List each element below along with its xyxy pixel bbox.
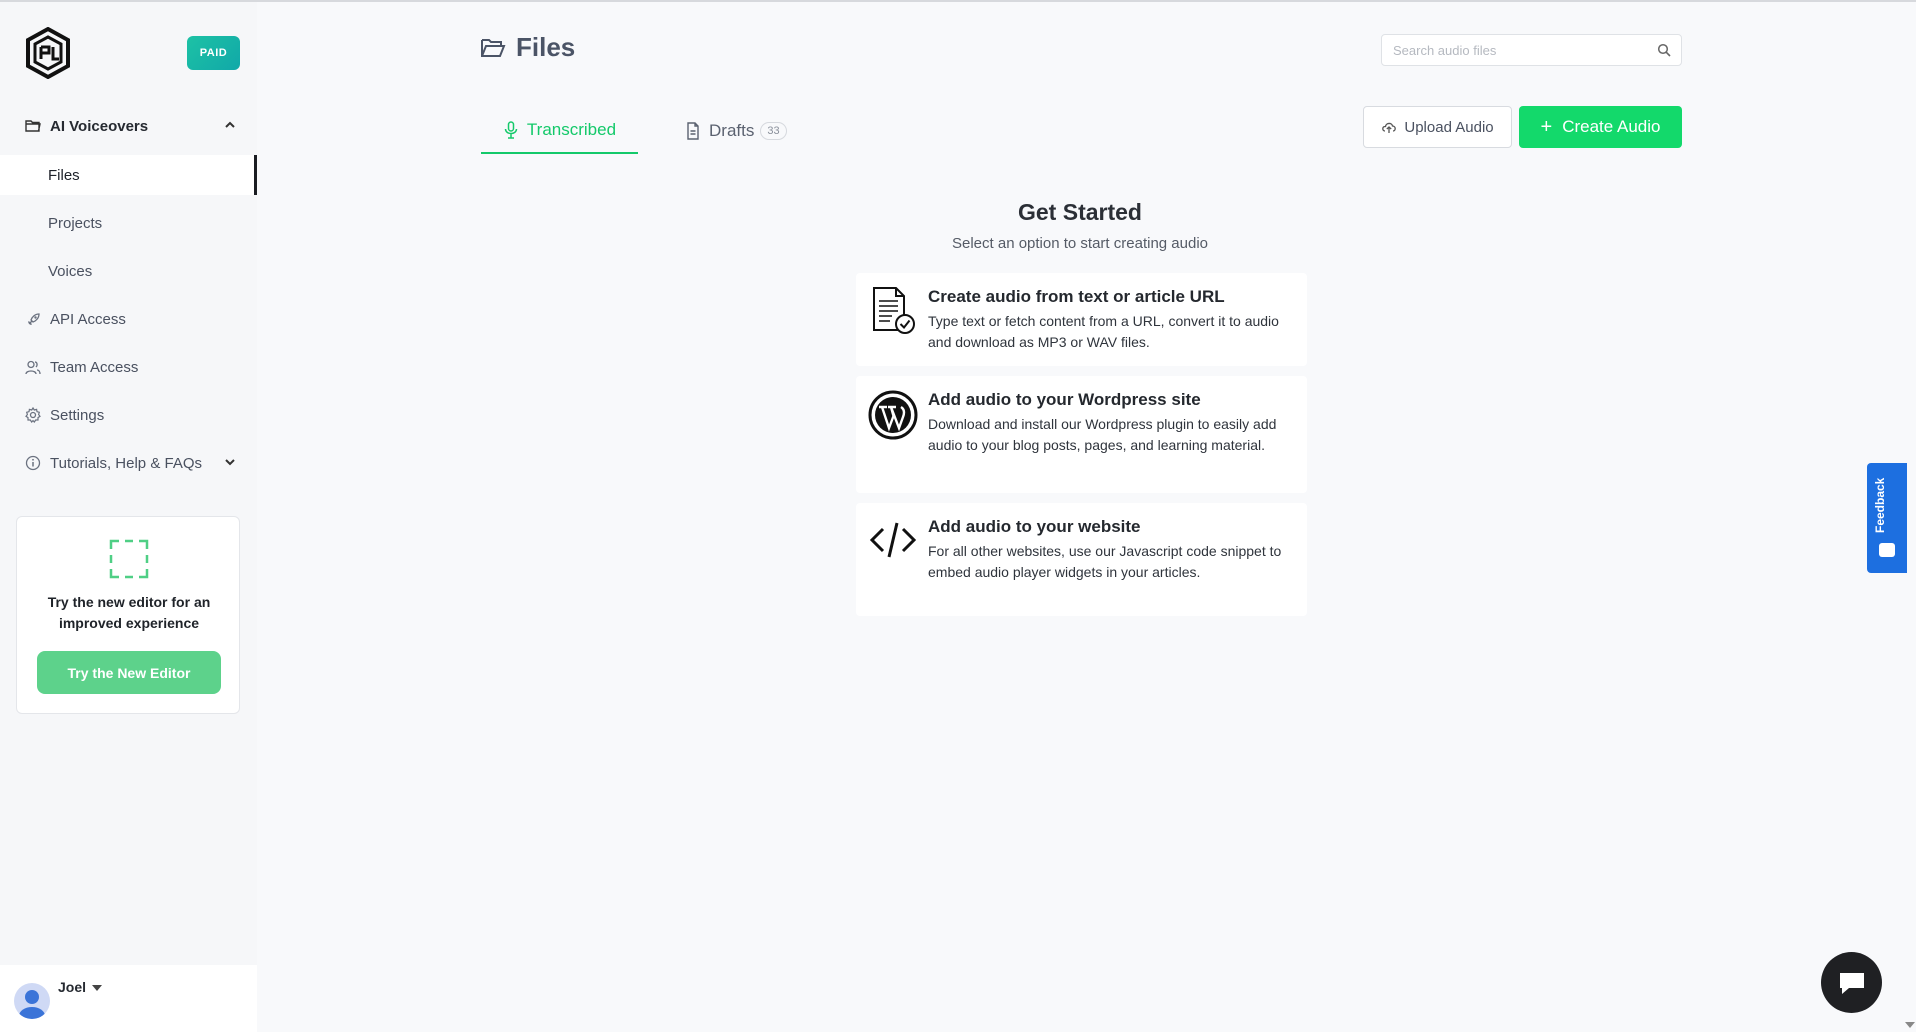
sidebar-item-projects[interactable]: Projects bbox=[0, 203, 257, 243]
drafts-count-badge: 33 bbox=[760, 122, 787, 140]
plan-badge: PAID bbox=[187, 36, 240, 70]
sidebar-item-label: Voices bbox=[48, 262, 93, 280]
card-title: Create audio from text or article URL bbox=[928, 287, 1225, 306]
microphone-icon bbox=[504, 121, 518, 139]
sidebar-item-api-access[interactable]: API Access bbox=[0, 299, 257, 339]
plus-icon: + bbox=[1540, 116, 1553, 138]
user-name[interactable]: Joel bbox=[58, 979, 86, 995]
folder-icon bbox=[24, 117, 42, 135]
sidebar-section-label: AI Voiceovers bbox=[50, 117, 149, 135]
get-started-subtitle: Select an option to start creating audio bbox=[952, 235, 1208, 252]
gear-icon bbox=[24, 406, 42, 424]
caret-down-icon[interactable] bbox=[92, 985, 102, 991]
sidebar-section-ai-voiceovers[interactable]: AI Voiceovers bbox=[0, 106, 257, 146]
document-icon bbox=[687, 122, 699, 140]
card-description: Download and install our Wordpress plugi… bbox=[928, 416, 1277, 453]
feedback-label: Feedback bbox=[1873, 477, 1887, 533]
folder-open-icon bbox=[481, 38, 506, 57]
card-title: Add audio to your Wordpress site bbox=[928, 390, 1201, 409]
rocket-icon bbox=[24, 310, 42, 328]
chat-bubble-icon bbox=[1839, 972, 1864, 994]
chevron-down-icon bbox=[225, 459, 235, 466]
option-card-text-to-audio[interactable]: Create audio from text or article URL Ty… bbox=[856, 273, 1307, 366]
sidebar-item-files[interactable]: Files bbox=[0, 155, 257, 195]
wordpress-icon bbox=[868, 390, 918, 440]
new-editor-promo: Try the new editor for an improved exper… bbox=[16, 516, 240, 714]
get-started-title: Get Started bbox=[1018, 199, 1142, 225]
tab-label: Transcribed bbox=[526, 120, 617, 139]
upload-audio-button[interactable]: Upload Audio bbox=[1363, 106, 1512, 148]
info-icon bbox=[24, 454, 42, 472]
cloud-upload-icon bbox=[1382, 122, 1397, 133]
page-title-text: Files bbox=[516, 32, 576, 62]
feedback-tab[interactable]: Feedback bbox=[1867, 463, 1907, 573]
avatar[interactable] bbox=[14, 983, 50, 1019]
sidebar: PAID AI Voiceovers Files Projects Voices… bbox=[0, 2, 257, 1032]
feedback-icon bbox=[1879, 543, 1895, 557]
sidebar-item-voices[interactable]: Voices bbox=[0, 251, 257, 291]
tab-label: Drafts bbox=[709, 121, 755, 140]
sidebar-item-settings[interactable]: Settings bbox=[0, 395, 257, 435]
code-icon bbox=[869, 522, 917, 558]
sidebar-item-label: Tutorials, Help & FAQs bbox=[50, 454, 202, 472]
sidebar-item-label: Settings bbox=[50, 406, 105, 424]
app-logo-icon[interactable] bbox=[25, 27, 71, 79]
create-audio-button[interactable]: + Create Audio bbox=[1519, 106, 1682, 148]
top-border bbox=[0, 0, 1916, 2]
search-icon[interactable] bbox=[1657, 43, 1671, 57]
sidebar-item-label: API Access bbox=[50, 310, 126, 328]
card-description: For all other websites, use our Javascri… bbox=[928, 543, 1282, 580]
scroll-down-arrow-icon[interactable] bbox=[1905, 1022, 1915, 1028]
option-card-wordpress[interactable]: Add audio to your Wordpress site Downloa… bbox=[856, 376, 1307, 493]
chevron-up-icon bbox=[225, 121, 235, 128]
search-input[interactable] bbox=[1382, 35, 1632, 65]
sidebar-item-team-access[interactable]: Team Access bbox=[0, 347, 257, 387]
users-icon bbox=[24, 358, 42, 376]
user-menu[interactable]: Joel bbox=[0, 965, 257, 1032]
create-audio-label: Create Audio bbox=[1562, 117, 1661, 136]
tab-drafts[interactable]: Drafts 33 bbox=[685, 108, 787, 154]
tab-transcribed[interactable]: Transcribed bbox=[481, 108, 638, 154]
sidebar-item-label: Projects bbox=[48, 214, 103, 232]
sidebar-item-tutorials[interactable]: Tutorials, Help & FAQs bbox=[0, 443, 257, 483]
option-card-website[interactable]: Add audio to your website For all other … bbox=[856, 503, 1307, 616]
promo-text: Try the new editor for an improved exper… bbox=[47, 594, 211, 631]
sidebar-item-label: Team Access bbox=[50, 358, 139, 376]
page-title: Files bbox=[480, 32, 575, 63]
search-box[interactable] bbox=[1381, 34, 1682, 66]
card-description: Type text or fetch content from a URL, c… bbox=[928, 313, 1279, 350]
document-check-icon bbox=[873, 287, 915, 334]
upload-audio-label: Upload Audio bbox=[1404, 118, 1494, 136]
new-editor-icon bbox=[109, 539, 149, 579]
card-title: Add audio to your website bbox=[928, 517, 1141, 536]
sidebar-item-label: Files bbox=[48, 166, 80, 184]
try-new-editor-button[interactable]: Try the New Editor bbox=[37, 651, 221, 694]
chat-launcher-button[interactable] bbox=[1821, 952, 1882, 1013]
